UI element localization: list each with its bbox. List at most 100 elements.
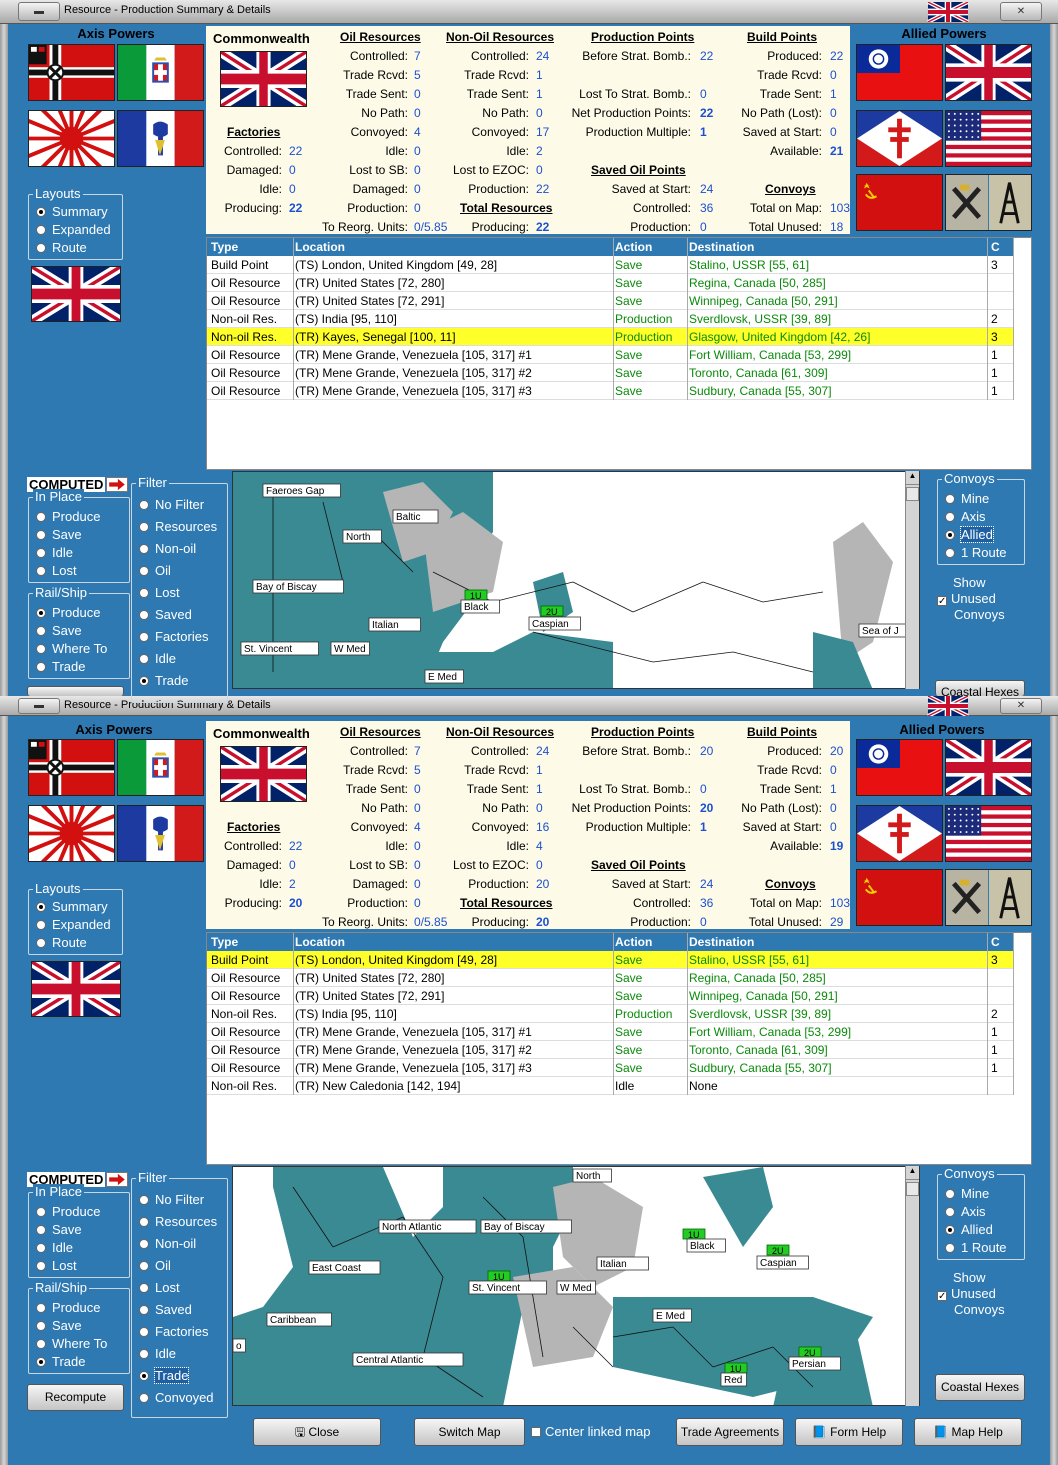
table-row[interactable]: Build Point (TS) London, United Kingdom … <box>207 951 1013 969</box>
resource-icons[interactable] <box>945 174 1032 231</box>
rail-ship-produce-radio[interactable]: Produce <box>36 605 100 620</box>
table-row[interactable]: Oil Resource (TR) Mene Grande, Venezuela… <box>207 346 1013 364</box>
radio-button[interactable] <box>139 500 149 510</box>
table-row[interactable]: Build Point (TS) London, United Kingdom … <box>207 256 1013 274</box>
radio-button[interactable] <box>36 1303 46 1313</box>
coastal-hexes-button[interactable]: Coastal Hexes <box>935 1374 1025 1401</box>
map-help-button[interactable]: 📘 Map Help <box>914 1418 1022 1446</box>
radio-button[interactable] <box>36 1357 46 1367</box>
col-c[interactable]: C <box>991 935 1000 949</box>
convoy-counter[interactable]: 1U <box>464 589 488 601</box>
map-sea-label[interactable]: Bay of Biscay <box>252 579 344 594</box>
flag-united-kingdom[interactable] <box>945 739 1032 796</box>
convoy-counter[interactable]: 2U <box>540 605 564 617</box>
radio-button[interactable] <box>139 610 149 620</box>
convoy-counter[interactable]: 1U <box>682 1228 706 1240</box>
convoy-counter[interactable]: 2U <box>798 1346 822 1358</box>
col-c[interactable]: C <box>991 240 1000 254</box>
radio-button[interactable] <box>139 1217 149 1227</box>
radio-button[interactable] <box>945 530 955 540</box>
layout-route-radio[interactable]: Route <box>36 240 87 255</box>
filter-lost-radio[interactable]: Lost <box>139 1280 180 1295</box>
close-button[interactable]: 🖫 Close <box>253 1418 381 1446</box>
convoys-mine-radio[interactable]: Mine <box>945 491 989 506</box>
rail-ship-trade-radio[interactable]: Trade <box>36 659 85 674</box>
filter-lost-radio[interactable]: Lost <box>139 585 180 600</box>
filter-idle-radio[interactable]: Idle <box>139 1346 176 1361</box>
show-unused-checkbox[interactable]: ✓ Unused <box>937 591 996 607</box>
col-type[interactable]: Type <box>211 240 238 254</box>
convoys-allied-radio[interactable]: Allied <box>945 1222 993 1237</box>
filter-oil-radio[interactable]: Oil <box>139 563 171 578</box>
radio-button[interactable] <box>36 1243 46 1253</box>
show-unused-checkbox[interactable]: ✓ Unused <box>937 1286 996 1302</box>
convoys-1-route-radio[interactable]: 1 Route <box>945 545 1007 560</box>
radio-button[interactable] <box>945 1243 955 1253</box>
center-linked-map-checkbox[interactable]: Center linked map <box>531 1424 651 1439</box>
convoys-axis-radio[interactable]: Axis <box>945 509 986 524</box>
rail-ship-where-to-radio[interactable]: Where To <box>36 641 107 656</box>
radio-button[interactable] <box>945 494 955 504</box>
titlebar-top[interactable]: ▬ Resource - Production Summary & Detail… <box>0 0 1058 24</box>
convoys-1-route-radio[interactable]: 1 Route <box>945 1240 1007 1255</box>
radio-button[interactable] <box>36 1207 46 1217</box>
switch-map-button[interactable]: Switch Map <box>414 1418 525 1446</box>
table-row[interactable]: Oil Resource (TR) United States [72, 280… <box>207 969 1013 987</box>
radio-button[interactable] <box>36 626 46 636</box>
in-place-produce-radio[interactable]: Produce <box>36 1204 100 1219</box>
map-scrollbar-vertical[interactable]: ▲ <box>905 471 919 689</box>
map-sea-label[interactable]: Italian <box>596 1256 649 1271</box>
col-action[interactable]: Action <box>615 935 652 949</box>
radio-button[interactable] <box>36 207 46 217</box>
filter-no-filter-radio[interactable]: No Filter <box>139 1192 204 1207</box>
map-sea-label[interactable]: E Med <box>652 1308 692 1323</box>
convoys-mine-radio[interactable]: Mine <box>945 1186 989 1201</box>
map-sea-label[interactable]: St. Vincent <box>240 641 319 656</box>
radio-button[interactable] <box>139 588 149 598</box>
trade-agreements-button[interactable]: Trade Agreements <box>676 1418 784 1446</box>
filter-resources-radio[interactable]: Resources <box>139 1214 217 1229</box>
filter-trade-radio[interactable]: Trade <box>139 1367 190 1384</box>
layout-route-radio[interactable]: Route <box>36 935 87 950</box>
radio-button[interactable] <box>36 1339 46 1349</box>
table-row[interactable]: Oil Resource (TR) United States [72, 291… <box>207 987 1013 1005</box>
map-view[interactable]: Faeroes Gap Baltic North Bay of Biscay 1U Bla… <box>232 471 920 689</box>
table-row[interactable]: Oil Resource (TR) United States [72, 280… <box>207 274 1013 292</box>
radio-button[interactable] <box>36 512 46 522</box>
filter-resources-radio[interactable]: Resources <box>139 519 217 534</box>
map-sea-label[interactable]: Baltic <box>392 509 439 524</box>
filter-non-oil-radio[interactable]: Non-oil <box>139 1236 196 1251</box>
map-view[interactable]: North North Atlantic Bay of Biscay East Coa… <box>232 1166 920 1406</box>
flag-nationalist-china[interactable] <box>856 44 943 101</box>
in-place-lost-radio[interactable]: Lost <box>36 1258 77 1273</box>
rail-ship-where-to-radio[interactable]: Where To <box>36 1336 107 1351</box>
flag-nationalist-china[interactable] <box>856 739 943 796</box>
filter-idle-radio[interactable]: Idle <box>139 651 176 666</box>
table-row[interactable]: Oil Resource (TR) Mene Grande, Venezuela… <box>207 1041 1013 1059</box>
map-sea-label[interactable]: North <box>572 1168 612 1183</box>
filter-oil-radio[interactable]: Oil <box>139 1258 171 1273</box>
filter-no-filter-radio[interactable]: No Filter <box>139 497 204 512</box>
layout-expanded-radio[interactable]: Expanded <box>36 917 111 932</box>
map-sea-label[interactable]: o <box>233 1338 246 1353</box>
scroll-up-icon[interactable]: ▲ <box>906 1166 919 1180</box>
radio-button[interactable] <box>36 225 46 235</box>
filter-saved-radio[interactable]: Saved <box>139 1302 192 1317</box>
table-row[interactable]: Oil Resource (TR) Mene Grande, Venezuela… <box>207 1023 1013 1041</box>
col-location[interactable]: Location <box>295 935 345 949</box>
in-place-idle-radio[interactable]: Idle <box>36 1240 73 1255</box>
col-destination[interactable]: Destination <box>689 240 754 254</box>
radio-button[interactable] <box>139 1239 149 1249</box>
convoy-counter[interactable]: 1U <box>724 1362 748 1374</box>
map-sea-label[interactable]: Red <box>720 1372 747 1387</box>
recompute-button[interactable]: Recompute <box>27 1384 124 1411</box>
radio-button[interactable] <box>945 512 955 522</box>
filter-convoyed-radio[interactable]: Convoyed <box>139 1390 214 1405</box>
window-menu-button[interactable]: ▬ <box>18 2 60 21</box>
in-place-produce-radio[interactable]: Produce <box>36 509 100 524</box>
checkbox-box[interactable]: ✓ <box>937 1291 947 1302</box>
radio-button[interactable] <box>139 1393 149 1403</box>
flag-italy[interactable] <box>117 44 204 101</box>
radio-button[interactable] <box>945 548 955 558</box>
convoys-axis-radio[interactable]: Axis <box>945 1204 986 1219</box>
